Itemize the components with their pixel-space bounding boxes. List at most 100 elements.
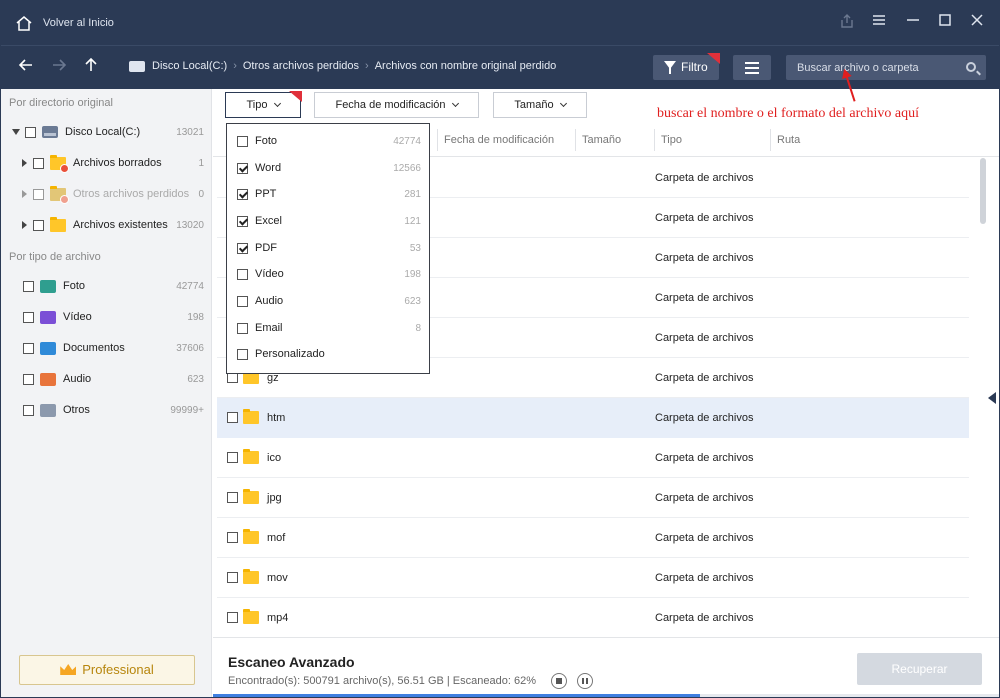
sidebar-item-foto[interactable]: Foto 42774	[1, 275, 212, 297]
file-type: Carpeta de archivos	[655, 251, 754, 264]
date-filter-dropdown[interactable]: Fecha de modificación	[314, 92, 479, 118]
checkbox[interactable]	[33, 188, 44, 200]
expand-icon[interactable]	[22, 159, 27, 167]
menu-item-word[interactable]: Word 12566	[227, 155, 429, 181]
item-count: 42774	[393, 135, 421, 147]
table-row[interactable]: htm Carpeta de archivos	[217, 398, 969, 438]
table-row[interactable]: mp4 Carpeta de archivos	[217, 598, 969, 638]
checkbox[interactable]	[227, 612, 238, 623]
sidebar-heading-type: Por tipo de archivo	[9, 251, 101, 263]
home-icon[interactable]	[15, 15, 33, 31]
expand-icon[interactable]	[22, 190, 27, 198]
checkbox[interactable]	[23, 311, 34, 323]
type-filter-dropdown[interactable]: Tipo	[225, 92, 301, 118]
expand-icon[interactable]	[22, 221, 27, 229]
document-icon	[40, 341, 56, 355]
table-row[interactable]: mov Carpeta de archivos	[217, 558, 969, 598]
filter-row: Tipo Fecha de modificación Tamaño buscar…	[213, 72, 999, 123]
search-icon[interactable]	[966, 62, 976, 72]
menu-item-label: Audio	[255, 295, 284, 307]
vertical-scrollbar[interactable]	[980, 158, 986, 224]
pause-icon[interactable]	[577, 673, 593, 689]
checkbox[interactable]	[237, 348, 248, 360]
professional-button[interactable]: Professional	[19, 655, 195, 685]
column-header-type[interactable]: Tipo	[661, 134, 682, 146]
sidebar-item-video[interactable]: Vídeo 198	[1, 306, 212, 328]
sidebar-item-audio[interactable]: Audio 623	[1, 368, 212, 390]
sidebar-item-label: Otros archivos perdidos	[73, 188, 190, 200]
menu-item-email[interactable]: Email 8	[227, 315, 429, 341]
sidebar-item-existing[interactable]: Archivos existentes 13020	[1, 214, 212, 236]
recover-button[interactable]: Recuperar	[857, 653, 982, 685]
stop-icon[interactable]	[551, 673, 567, 689]
search-input[interactable]	[786, 55, 956, 80]
column-header-size[interactable]: Tamaño	[582, 134, 621, 146]
menu-icon[interactable]	[869, 13, 889, 33]
sidebar-item-others[interactable]: Otros 99999+	[1, 399, 212, 421]
folder-icon	[243, 449, 259, 464]
menu-item-ppt[interactable]: PPT 281	[227, 181, 429, 207]
checkbox[interactable]	[237, 295, 248, 307]
breadcrumb-item[interactable]: Otros archivos perdidos	[243, 60, 359, 72]
back-arrow-icon[interactable]	[15, 56, 37, 78]
sidebar-item-label: Documentos	[63, 342, 125, 354]
checkbox[interactable]	[25, 126, 36, 138]
sidebar-item-documents[interactable]: Documentos 37606	[1, 337, 212, 359]
breadcrumb-item[interactable]: Disco Local(C:)	[152, 60, 227, 72]
checkbox[interactable]	[23, 373, 34, 385]
checkbox[interactable]	[237, 268, 248, 280]
table-row[interactable]: jpg Carpeta de archivos	[217, 478, 969, 518]
checkbox[interactable]	[227, 412, 238, 423]
item-count: 0	[198, 188, 204, 200]
checkbox-checked[interactable]	[237, 188, 248, 200]
collapse-icon[interactable]	[12, 129, 20, 135]
checkbox-checked[interactable]	[237, 242, 248, 254]
filter-button[interactable]: Filtro	[653, 55, 719, 80]
checkbox[interactable]	[227, 452, 238, 463]
item-count: 53	[409, 242, 421, 254]
checkbox[interactable]	[33, 157, 44, 169]
collapse-panel-icon[interactable]	[988, 392, 996, 404]
checkbox[interactable]	[227, 572, 238, 583]
menu-item-label: Excel	[255, 215, 282, 227]
sidebar-item-disk[interactable]: Disco Local(C:) 13021	[1, 121, 212, 143]
menu-item-label: Foto	[255, 135, 278, 147]
sidebar-item-deleted[interactable]: Archivos borrados 1	[1, 152, 212, 174]
checkbox[interactable]	[23, 342, 34, 354]
table-row[interactable]: ico Carpeta de archivos	[217, 438, 969, 478]
item-count: 8	[415, 322, 421, 334]
size-filter-dropdown[interactable]: Tamaño	[493, 92, 587, 118]
checkbox[interactable]	[23, 280, 34, 292]
menu-item-foto[interactable]: Foto 42774	[227, 128, 429, 154]
checkbox[interactable]	[227, 492, 238, 503]
checkbox[interactable]	[237, 135, 248, 147]
file-type: Carpeta de archivos	[655, 411, 754, 424]
forward-arrow-icon[interactable]	[48, 56, 70, 78]
other-files-icon	[40, 403, 56, 417]
maximize-icon[interactable]	[935, 13, 955, 33]
sidebar-item-lost[interactable]: Otros archivos perdidos 0	[1, 183, 212, 205]
item-count: 37606	[176, 342, 204, 354]
back-to-home-link[interactable]: Volver al Inicio	[43, 17, 114, 29]
menu-item-video[interactable]: Vídeo 198	[227, 261, 429, 287]
checkbox-checked[interactable]	[237, 215, 248, 227]
checkbox[interactable]	[33, 219, 44, 231]
share-icon[interactable]	[837, 13, 857, 33]
checkbox[interactable]	[237, 322, 248, 334]
menu-item-pdf[interactable]: PDF 53	[227, 235, 429, 261]
up-arrow-icon[interactable]	[80, 56, 102, 78]
table-row[interactable]: mof Carpeta de archivos	[217, 518, 969, 558]
close-icon[interactable]	[967, 13, 987, 33]
menu-item-audio[interactable]: Audio 623	[227, 288, 429, 314]
checkbox-checked[interactable]	[237, 162, 248, 174]
checkbox[interactable]	[227, 532, 238, 543]
menu-item-custom[interactable]: Personalizado	[227, 341, 429, 367]
checkbox[interactable]	[23, 404, 34, 416]
view-menu-button[interactable]	[733, 55, 771, 80]
column-header-date[interactable]: Fecha de modificación	[444, 134, 554, 146]
menu-item-excel[interactable]: Excel 121	[227, 208, 429, 234]
minimize-icon[interactable]	[903, 13, 923, 33]
breadcrumb-item[interactable]: Archivos con nombre original perdido	[375, 60, 557, 72]
column-header-path[interactable]: Ruta	[777, 134, 800, 146]
item-count: 12566	[393, 162, 421, 174]
